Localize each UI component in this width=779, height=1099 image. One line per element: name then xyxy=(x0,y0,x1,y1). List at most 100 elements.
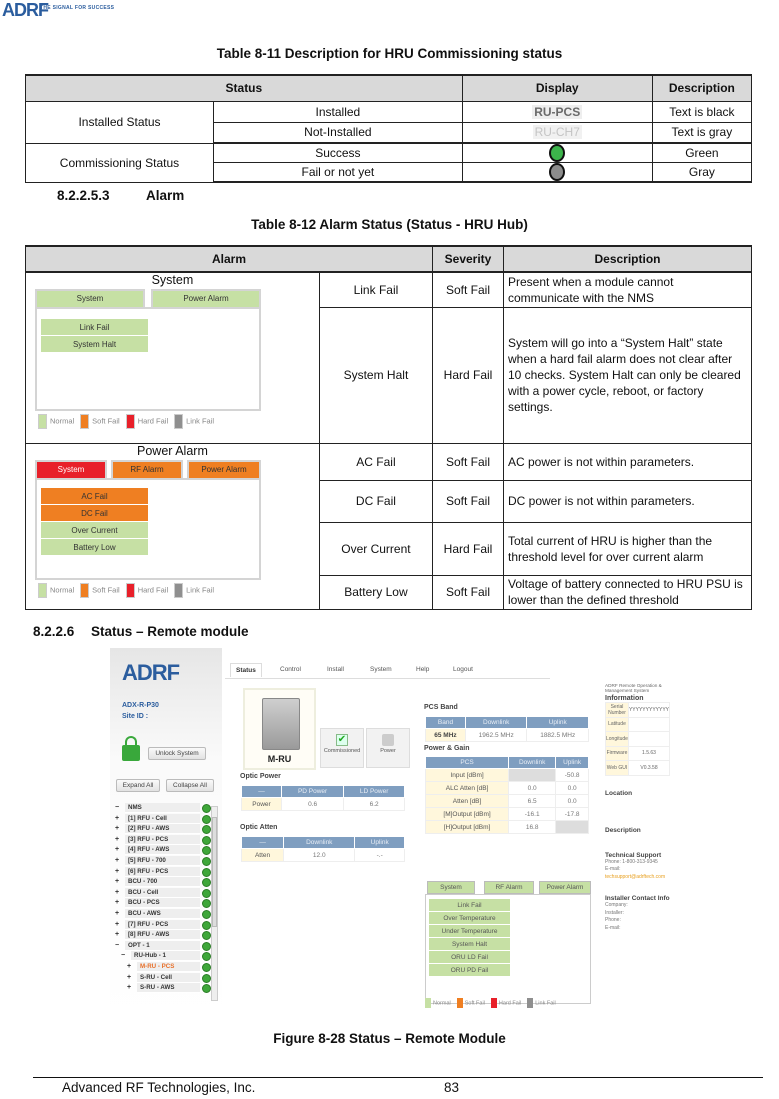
tree-item-label[interactable]: OPT - 1 xyxy=(125,940,200,951)
expand-all-button[interactable]: Expand All xyxy=(116,779,160,792)
alarm-item-battery-low: Battery Low xyxy=(41,538,148,556)
tree-item-label[interactable]: [8] RFU - AWS xyxy=(125,930,200,941)
device-image: M-RU xyxy=(243,688,316,770)
expand-icon[interactable]: + xyxy=(115,856,119,867)
tree-item[interactable]: + [1] RFU - Cell xyxy=(115,813,220,825)
tree-item[interactable]: + S-RU - AWS xyxy=(115,983,220,994)
tab-rf-alarm[interactable]: RF Alarm xyxy=(484,881,534,894)
model-label: ADX-R-P30 Site ID : xyxy=(122,702,159,720)
tab-status[interactable]: Status xyxy=(230,663,262,677)
power-button[interactable]: Power xyxy=(366,728,410,768)
status-led-icon xyxy=(202,867,211,877)
collapse-icon[interactable]: − xyxy=(115,803,119,814)
table-row: Commissioning Status Success Green xyxy=(25,142,753,183)
expand-icon[interactable]: + xyxy=(115,814,119,825)
expand-icon[interactable]: + xyxy=(127,983,131,994)
severity: Soft Fail xyxy=(432,271,504,308)
description: Present when a module cannot communicate… xyxy=(503,271,752,308)
tab-install[interactable]: Install xyxy=(327,666,344,673)
tree-item[interactable]: + [6] RFU - PCS xyxy=(115,866,220,878)
tree-item[interactable]: + BCU - 700 xyxy=(115,877,220,888)
alarm-status-table: Alarm Severity Description System System… xyxy=(25,245,752,610)
collapse-all-button[interactable]: Collapse All xyxy=(166,779,214,792)
table-row: Installed Status Installed RU-PCS Text i… xyxy=(25,100,753,144)
tree-item[interactable]: + BCU - PCS xyxy=(115,898,220,909)
tree-item[interactable]: + [8] RFU - AWS xyxy=(115,930,220,941)
expand-icon[interactable]: + xyxy=(115,824,119,835)
collapse-icon[interactable]: − xyxy=(121,951,125,962)
commissioned-button[interactable]: ✔ Commissioned xyxy=(320,728,364,768)
pcs-band-title: PCS Band xyxy=(424,704,458,711)
expand-icon[interactable]: + xyxy=(127,962,131,973)
tree-item[interactable]: − NMS xyxy=(115,803,220,814)
tree-item[interactable]: + [5] RFU - 700 xyxy=(115,855,220,867)
tree-item[interactable]: + S-RU - Cell xyxy=(115,972,220,984)
unlock-system-button[interactable]: Unlock System xyxy=(148,747,206,760)
description-title: Description xyxy=(605,826,641,834)
m-ru-device-icon xyxy=(262,698,300,750)
tree-item-label[interactable]: BCU - PCS xyxy=(125,898,200,909)
tree-item[interactable]: + [3] RFU - PCS xyxy=(115,834,220,846)
status-led-icon xyxy=(202,856,211,866)
tree-item[interactable]: − OPT - 1 xyxy=(115,940,220,952)
tree-item-label[interactable]: [4] RFU - AWS xyxy=(125,845,200,856)
description: Gray xyxy=(651,162,753,183)
tree-item-label[interactable]: [3] RFU - PCS xyxy=(125,834,200,845)
expand-icon[interactable]: + xyxy=(115,888,119,899)
tab-power-alarm[interactable]: Power Alarm xyxy=(539,881,591,894)
tree-item[interactable]: + [7] RFU - PCS xyxy=(115,919,220,931)
optic-atten-table: — Downlink Uplink Atten 12.0 -.- xyxy=(240,836,405,862)
tree-item-label[interactable]: [5] RFU - 700 xyxy=(125,855,200,866)
expand-icon[interactable]: + xyxy=(115,920,119,931)
header-description: Description xyxy=(503,245,752,273)
tree-item-label[interactable]: BCU - 700 xyxy=(125,877,200,888)
header-description: Description xyxy=(651,74,753,102)
tab-system[interactable]: System xyxy=(427,881,475,894)
alarm-item-ac-fail: AC Fail xyxy=(41,487,148,505)
tree-item-label[interactable]: [2] RFU - AWS xyxy=(125,824,200,835)
tree-item-label[interactable]: [6] RFU - PCS xyxy=(125,866,200,877)
tree-item[interactable]: + [2] RFU - AWS xyxy=(115,824,220,835)
expand-icon[interactable]: + xyxy=(127,973,131,984)
expand-icon[interactable]: + xyxy=(115,877,119,888)
tree-item[interactable]: + BCU - AWS xyxy=(115,908,220,920)
description: Text is gray xyxy=(651,121,753,144)
gray-led-icon xyxy=(549,163,566,181)
tree-item-label[interactable]: [1] RFU - Cell xyxy=(125,813,200,824)
tab-control[interactable]: Control xyxy=(280,666,301,673)
description: Voltage of battery connected to HRU PSU … xyxy=(503,574,752,610)
expand-icon[interactable]: + xyxy=(115,930,119,941)
tree-item-label[interactable]: NMS xyxy=(125,803,200,813)
support-email-link[interactable]: techsupport@adrftech.com xyxy=(605,874,665,880)
section-number: 8.2.2.6 xyxy=(33,624,75,639)
screenshot-alarm-legend: Normal Soft Fail Hard Fail Link Fail xyxy=(425,998,556,1008)
footer-company: Advanced RF Technologies, Inc. xyxy=(62,1080,256,1095)
tab-help[interactable]: Help xyxy=(416,666,429,673)
expand-icon[interactable]: + xyxy=(115,898,119,909)
tree-item[interactable]: + BCU - Cell xyxy=(115,887,220,899)
status-led-icon xyxy=(202,931,211,941)
tree-item[interactable]: + [4] RFU - AWS xyxy=(115,845,220,856)
expand-icon[interactable]: + xyxy=(115,835,119,846)
tree-item[interactable]: − RU-Hub - 1 xyxy=(115,951,220,962)
alarm-item: Under Temperature xyxy=(429,925,510,938)
tree-item-label[interactable]: BCU - AWS xyxy=(125,908,200,919)
tab-logout[interactable]: Logout xyxy=(453,666,473,673)
lock-icon[interactable] xyxy=(122,736,140,761)
expand-icon[interactable]: + xyxy=(115,909,119,920)
tree-item-label[interactable]: RU-Hub - 1 xyxy=(131,951,200,962)
collapse-icon[interactable]: − xyxy=(115,941,119,952)
expand-icon[interactable]: + xyxy=(115,867,119,878)
expand-icon[interactable]: + xyxy=(115,845,119,856)
tab-system[interactable]: System xyxy=(370,666,392,673)
tree-scrollbar[interactable] xyxy=(211,806,218,1001)
remote-module-screenshot: ADRF ADX-R-P30 Site ID : Unlock System Ex… xyxy=(110,648,670,1018)
tree-item-label[interactable]: BCU - Cell xyxy=(125,887,200,898)
severity: Soft Fail xyxy=(432,479,504,523)
tree-item-label[interactable]: M-RU - PCS xyxy=(137,961,200,972)
tree-item-label[interactable]: S-RU - Cell xyxy=(137,972,200,983)
status-led-icon xyxy=(202,952,211,962)
tree-item-label[interactable]: [7] RFU - PCS xyxy=(125,919,200,930)
tree-item[interactable]: + M-RU - PCS xyxy=(115,961,220,973)
tree-item-label[interactable]: S-RU - AWS xyxy=(137,983,200,994)
